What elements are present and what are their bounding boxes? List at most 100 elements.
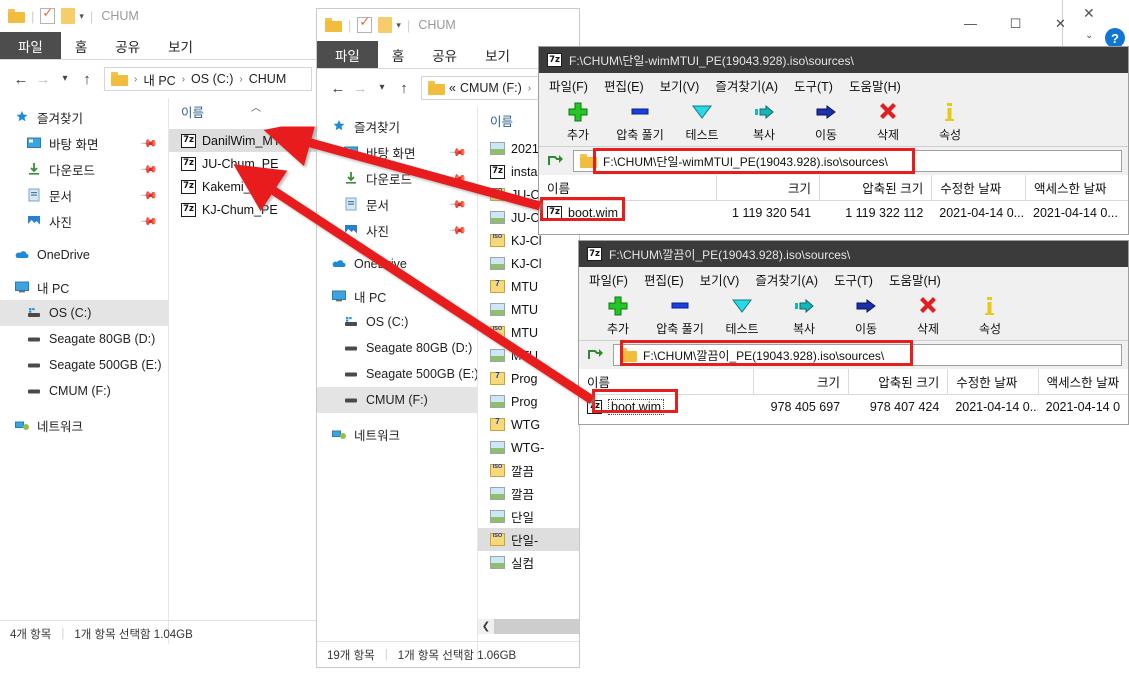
explorer1-navigation-pane[interactable]: 즐겨찾기 바탕 화면 📌 다운로드 📌 문서 📌 사진 📌 OneDrive 내… bbox=[0, 98, 168, 644]
list-item[interactable]: Prog bbox=[478, 367, 579, 390]
test-button[interactable]: 테스트 bbox=[671, 101, 733, 143]
list-item[interactable]: 7z KJ-Chum_PE bbox=[169, 198, 322, 221]
up-one-level-icon[interactable] bbox=[585, 345, 607, 365]
menu-edit[interactable]: 편집(E) bbox=[604, 76, 644, 95]
column-name[interactable]: 이름 bbox=[490, 111, 513, 130]
column-size[interactable]: 크기 bbox=[753, 368, 848, 395]
sidebar-item-desktop[interactable]: 바탕 화면 📌 bbox=[317, 139, 477, 165]
sevenzip2-column-headers[interactable]: 이름 크기 압축된 크기 수정한 날짜 액세스한 날짜 bbox=[579, 368, 1128, 395]
table-row[interactable]: 7z boot.wim 978 405 697 978 407 424 2021… bbox=[579, 395, 1128, 418]
sidebar-item-favorites[interactable]: 즐겨찾기 bbox=[0, 104, 168, 130]
properties-icon[interactable] bbox=[357, 14, 373, 33]
sidebar-item-pictures[interactable]: 사진 📌 bbox=[317, 217, 477, 243]
sidebar-item-os-c[interactable]: OS (C:) bbox=[0, 300, 168, 326]
folder-icon[interactable] bbox=[325, 18, 342, 32]
breadcrumb-item-chum[interactable]: CHUM bbox=[249, 72, 287, 86]
help-icon[interactable]: ? bbox=[1105, 28, 1125, 48]
column-modified[interactable]: 수정한 날짜 bbox=[947, 368, 1037, 395]
test-button[interactable]: 테스트 bbox=[711, 295, 773, 337]
menu-favorites[interactable]: 즐겨찾기(A) bbox=[755, 270, 818, 289]
scroll-thumb[interactable] bbox=[494, 619, 579, 634]
sevenzip-window-kakemi[interactable]: 7z F:\CHUM\깔끔이_PE(19043.928).iso\sources… bbox=[578, 240, 1129, 425]
explorer1-ribbon-tabs[interactable]: 파일 홈 공유 보기 bbox=[0, 32, 322, 60]
sevenzip2-address-bar[interactable]: F:\CHUM\깔끔이_PE(19043.928).iso\sources\ bbox=[579, 341, 1128, 369]
tab-file[interactable]: 파일 bbox=[0, 32, 61, 59]
menu-help[interactable]: 도움말(H) bbox=[889, 270, 941, 289]
list-item[interactable]: MTU bbox=[478, 344, 579, 367]
pin-icon[interactable]: 📌 bbox=[140, 186, 159, 204]
pin-icon[interactable]: 📌 bbox=[140, 212, 159, 230]
menu-favorites[interactable]: 즐겨찾기(A) bbox=[715, 76, 778, 95]
sidebar-item-seagate-500gb[interactable]: Seagate 500GB (E:) bbox=[317, 361, 479, 387]
close-button[interactable]: ✕ bbox=[1038, 8, 1083, 39]
column-modified[interactable]: 수정한 날짜 bbox=[931, 174, 1025, 201]
column-accessed[interactable]: 액세스한 날짜 bbox=[1024, 174, 1128, 201]
list-item[interactable]: 단일 bbox=[478, 505, 579, 528]
menu-view[interactable]: 보기(V) bbox=[700, 270, 740, 289]
pin-icon[interactable]: 📌 bbox=[140, 160, 159, 178]
forward-icon[interactable]: → bbox=[32, 72, 54, 87]
sevenzip1-column-headers[interactable]: 이름 크기 압축된 크기 수정한 날짜 액세스한 날짜 bbox=[539, 174, 1128, 201]
pin-icon[interactable]: 📌 bbox=[449, 195, 468, 213]
menu-tools[interactable]: 도구(T) bbox=[794, 76, 833, 95]
sidebar-item-seagate-80gb[interactable]: Seagate 80GB (D:) bbox=[317, 335, 477, 361]
recent-chevron-down-icon[interactable]: ▾ bbox=[54, 74, 76, 84]
background-chevron-down-icon[interactable]: ⌄ bbox=[1085, 30, 1093, 41]
back-icon[interactable]: ← bbox=[10, 72, 32, 87]
maximize-button[interactable]: ☐ bbox=[993, 8, 1038, 39]
properties-button[interactable]: 속성 bbox=[919, 101, 981, 143]
extract-button[interactable]: 압축 풀기 bbox=[609, 101, 671, 143]
background-close-icon[interactable]: ✕ bbox=[1083, 5, 1095, 22]
menu-edit[interactable]: 편집(E) bbox=[644, 270, 684, 289]
list-item[interactable]: 7z DanilWim_MTUI bbox=[169, 129, 322, 152]
sidebar-item-thispc[interactable]: 내 PC bbox=[317, 283, 477, 309]
sidebar-item-cmum-f[interactable]: CMUM (F:) bbox=[317, 387, 477, 413]
quick-access-chevron-down-icon[interactable]: ▾ bbox=[396, 20, 401, 31]
sevenzip1-path-input[interactable]: F:\CHUM\단일-wimMTUI_PE(19043.928).iso\sou… bbox=[573, 150, 1122, 172]
list-item[interactable]: 깔끔 bbox=[478, 459, 579, 482]
sevenzip1-titlebar[interactable]: 7z F:\CHUM\단일-wimMTUI_PE(19043.928).iso\… bbox=[539, 47, 1128, 73]
new-folder-icon[interactable] bbox=[378, 17, 393, 33]
breadcrumb-item-thispc[interactable]: 내 PC bbox=[143, 70, 175, 89]
add-button[interactable]: 추가 bbox=[587, 295, 649, 337]
quick-access-chevron-down-icon[interactable]: ▾ bbox=[79, 11, 84, 22]
list-item[interactable]: MTU bbox=[478, 298, 579, 321]
back-icon[interactable]: ← bbox=[327, 81, 349, 96]
cell-name[interactable]: 7z boot.wim bbox=[539, 201, 716, 224]
column-name[interactable]: 이름 bbox=[181, 102, 204, 121]
list-item[interactable]: MTU bbox=[478, 321, 579, 344]
recent-chevron-down-icon[interactable]: ▾ bbox=[371, 83, 393, 93]
explorer2-horizontal-scrollbar[interactable]: ❮ bbox=[478, 619, 579, 634]
sevenzip1-menubar[interactable]: 파일(F) 편집(E) 보기(V) 즐겨찾기(A) 도구(T) 도움말(H) bbox=[539, 73, 1128, 97]
forward-icon[interactable]: → bbox=[349, 81, 371, 96]
column-packed-size[interactable]: 압축된 크기 bbox=[818, 174, 931, 201]
tab-view[interactable]: 보기 bbox=[154, 32, 207, 59]
copy-button[interactable]: 복사 bbox=[733, 101, 795, 143]
cell-name[interactable]: 7z boot.wim bbox=[579, 395, 753, 418]
sidebar-item-seagate-80gb[interactable]: Seagate 80GB (D:) bbox=[0, 326, 168, 352]
add-button[interactable]: 추가 bbox=[547, 101, 609, 143]
breadcrumb-item-cmum[interactable]: CMUM (F:) bbox=[460, 81, 522, 95]
list-item[interactable]: 7z Kakemi_PE bbox=[169, 175, 322, 198]
tab-share[interactable]: 공유 bbox=[418, 41, 471, 68]
up-icon[interactable]: ↑ bbox=[393, 81, 415, 96]
sevenzip1-toolbar[interactable]: 추가 압축 풀기 테스트 복사 이동 삭제 속성 bbox=[539, 97, 1128, 147]
sidebar-item-onedrive[interactable]: OneDrive bbox=[0, 242, 168, 268]
list-item[interactable]: Prog bbox=[478, 390, 579, 413]
sidebar-item-os-c[interactable]: OS (C:) bbox=[317, 309, 477, 335]
column-size[interactable]: 크기 bbox=[715, 174, 819, 201]
sidebar-item-favorites[interactable]: 즐겨찾기 bbox=[317, 113, 477, 139]
sidebar-item-documents[interactable]: 문서 📌 bbox=[317, 191, 477, 217]
menu-file[interactable]: 파일(F) bbox=[589, 270, 628, 289]
sidebar-item-cmum-f[interactable]: CMUM (F:) bbox=[0, 378, 168, 404]
list-item[interactable]: KJ-Cl bbox=[478, 252, 579, 275]
sevenzip-window-danilwim[interactable]: 7z F:\CHUM\단일-wimMTUI_PE(19043.928).iso\… bbox=[538, 46, 1129, 235]
list-item[interactable]: 깔끔 bbox=[478, 482, 579, 505]
properties-button[interactable]: 속성 bbox=[959, 295, 1021, 337]
pin-icon[interactable]: 📌 bbox=[140, 134, 159, 152]
sidebar-item-downloads[interactable]: 다운로드 📌 bbox=[317, 165, 477, 191]
table-row[interactable]: 7z boot.wim 1 119 320 541 1 119 322 112 … bbox=[539, 201, 1128, 224]
tab-home[interactable]: 홈 bbox=[61, 32, 101, 59]
menu-tools[interactable]: 도구(T) bbox=[834, 270, 873, 289]
sidebar-item-network[interactable]: 네트워크 bbox=[317, 421, 477, 447]
